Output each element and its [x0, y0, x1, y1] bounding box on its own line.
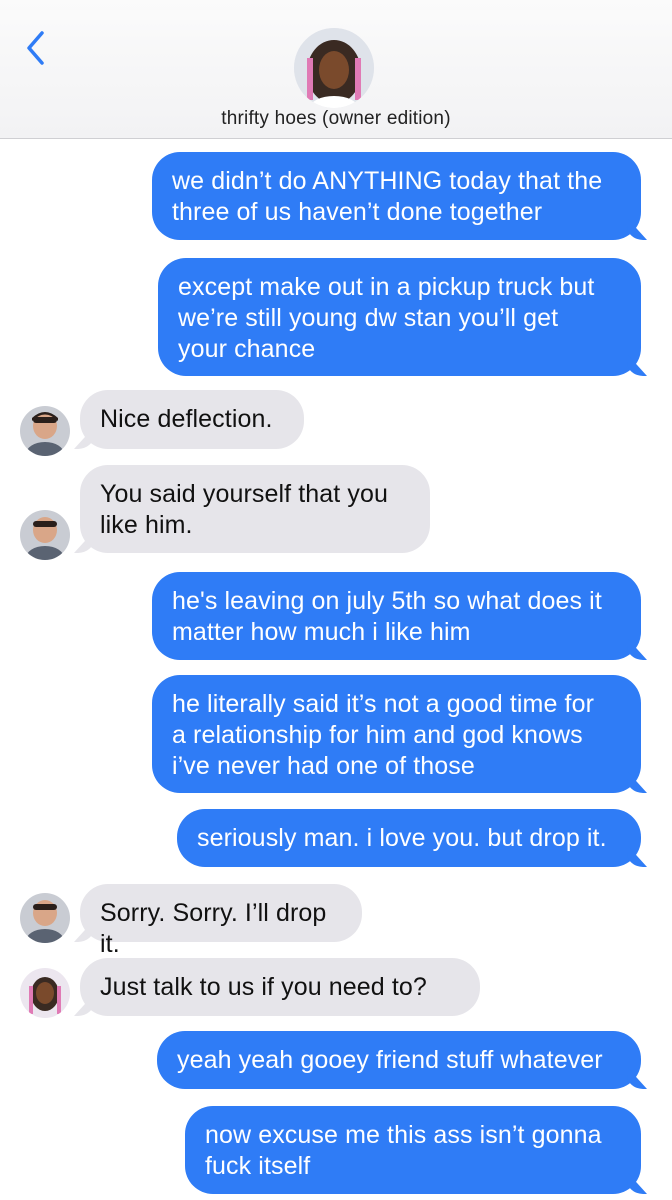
contact-photo-icon — [20, 510, 70, 560]
conversation-header: thrifty hoes (owner edition) — [0, 0, 672, 139]
conversation-title: thrifty hoes (owner edition) — [221, 108, 451, 129]
outgoing-message[interactable]: yeah yeah gooey friend stuff whatever — [157, 1031, 641, 1089]
outgoing-message[interactable]: he literally said it’s not a good time f… — [152, 675, 641, 793]
avatar[interactable] — [20, 893, 70, 943]
contact-photo-icon — [20, 893, 70, 943]
incoming-message[interactable]: Sorry. Sorry. I’ll drop it. — [80, 884, 362, 958]
avatar[interactable] — [20, 968, 70, 1018]
outgoing-message[interactable]: now excuse me this ass isn’t gonna fuck … — [185, 1106, 641, 1194]
avatar[interactable] — [20, 510, 70, 560]
contact-photo-icon — [20, 406, 70, 456]
outgoing-message[interactable]: we didn’t do ANYTHING today that the thr… — [152, 152, 641, 240]
outgoing-message[interactable]: he's leaving on july 5th so what does it… — [152, 572, 641, 660]
contact-photo-icon — [20, 968, 70, 1018]
back-button[interactable] — [24, 30, 48, 66]
incoming-message[interactable]: Nice deflection. — [80, 390, 304, 449]
avatar[interactable] — [20, 406, 70, 456]
outgoing-message[interactable]: except make out in a pickup truck but we… — [158, 258, 641, 376]
group-avatar[interactable] — [294, 28, 374, 108]
outgoing-message[interactable]: seriously man. i love you. but drop it. — [177, 809, 641, 867]
incoming-message[interactable]: Just talk to us if you need to? — [80, 958, 480, 1016]
incoming-message[interactable]: You said yourself that you like him. — [80, 465, 430, 553]
message-thread: we didn’t do ANYTHING today that the thr… — [0, 138, 672, 1200]
chevron-left-icon — [27, 31, 44, 65]
